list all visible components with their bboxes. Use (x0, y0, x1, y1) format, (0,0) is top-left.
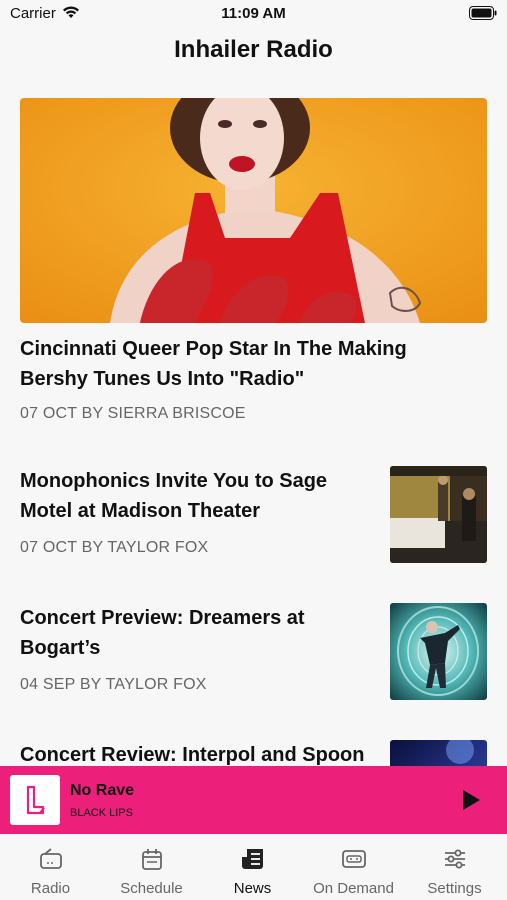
article-row[interactable]: Concert Preview: Dreamers at Bogart’s 04… (0, 603, 507, 703)
tab-label: Settings (427, 880, 482, 897)
station-logo-icon (26, 785, 45, 815)
play-icon[interactable] (459, 788, 483, 812)
article-meta: 04 SEP BY TAYLOR FOX (20, 676, 207, 693)
status-bar: Carrier 11:09 AM (0, 0, 507, 30)
article-meta: 07 OCT BY TAYLOR FOX (20, 539, 209, 556)
article-title[interactable]: Concert Preview: Dreamers at Bogart’s (20, 603, 365, 663)
now-playing-bar[interactable]: No Rave BLACK LIPS (0, 766, 507, 834)
status-time: 11:09 AM (221, 5, 286, 22)
tab-label: Schedule (120, 880, 183, 897)
news-icon (242, 849, 263, 869)
featured-article-title[interactable]: Cincinnati Queer Pop Star In The Making … (20, 334, 480, 394)
article-title[interactable]: Monophonics Invite You to Sage Motel at … (20, 466, 365, 526)
radio-icon (40, 848, 62, 869)
article-thumbnail[interactable] (390, 740, 487, 766)
featured-article-meta: 07 OCT BY SIERRA BRISCOE (20, 405, 246, 422)
page-title: Inhailer Radio (174, 36, 333, 63)
tab-on-demand[interactable]: On Demand (303, 834, 404, 900)
now-playing-song: No Rave (70, 782, 135, 799)
battery-icon (469, 6, 497, 20)
station-logo (10, 775, 60, 825)
article-row[interactable]: Concert Review: Interpol and Spoon (0, 740, 507, 766)
featured-article-image[interactable] (20, 98, 487, 323)
article-thumbnail[interactable] (390, 603, 487, 700)
article-row[interactable]: Monophonics Invite You to Sage Motel at … (0, 466, 507, 566)
tab-news[interactable]: News (202, 834, 303, 900)
tab-schedule[interactable]: Schedule (101, 834, 202, 900)
tab-label: Radio (30, 880, 71, 897)
article-title[interactable]: Concert Review: Interpol and Spoon (20, 740, 365, 766)
article-thumbnail[interactable] (390, 466, 487, 563)
news-feed[interactable]: Cincinnati Queer Pop Star In The Making … (0, 98, 507, 766)
settings-sliders-icon (445, 849, 465, 869)
tab-label: News (233, 880, 272, 897)
now-playing-artist: BLACK LIPS (70, 807, 133, 819)
on-demand-icon (342, 850, 366, 868)
tab-settings[interactable]: Settings (404, 834, 505, 900)
tab-label: On Demand (313, 880, 394, 897)
tab-bar: Radio Schedule News On Demand Settings (0, 834, 507, 900)
tab-radio[interactable]: Radio (0, 834, 101, 900)
calendar-icon (142, 849, 162, 870)
